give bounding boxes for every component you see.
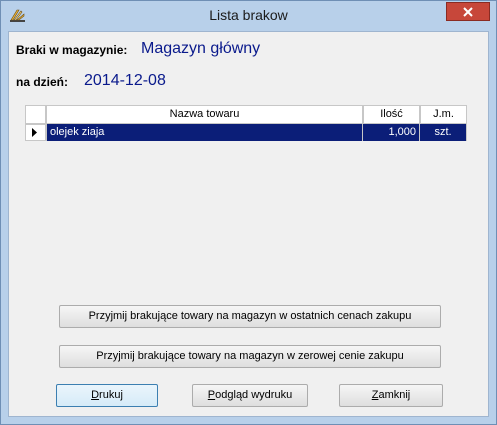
print-button[interactable]: Drukuj xyxy=(56,384,158,407)
window-title: Lista brakow xyxy=(209,7,288,23)
accept-last-price-button[interactable]: Przyjmij brakujące towary na magazyn w o… xyxy=(59,305,441,328)
accept-zero-price-button[interactable]: Przyjmij brakujące towary na magazyn w z… xyxy=(59,345,441,368)
column-header-qty[interactable]: Ilość xyxy=(363,105,420,124)
column-header-unit[interactable]: J.m. xyxy=(420,105,467,124)
grid-corner xyxy=(25,105,46,124)
close-icon xyxy=(463,6,473,17)
print-preview-button[interactable]: Podgląd wydruku xyxy=(192,384,308,407)
warehouse-value: Magazyn główny xyxy=(141,40,261,57)
window-close-button[interactable] xyxy=(446,2,490,21)
date-label: na dzień: xyxy=(16,75,69,89)
print-label: rukuj xyxy=(99,389,123,401)
row-indicator[interactable] xyxy=(25,124,46,141)
print-mnemonic: D xyxy=(91,389,100,401)
dialog-body: Braki w magazynie: Magazyn główny na dzi… xyxy=(8,31,489,417)
column-header-name[interactable]: Nazwa towaru xyxy=(46,105,363,124)
preview-label: odgląd wydruku xyxy=(215,389,293,401)
dialog-window: Lista brakow Braki w magazynie: Magazyn … xyxy=(0,0,497,425)
close-button[interactable]: Zamknij xyxy=(339,384,443,407)
items-grid[interactable]: Nazwa towaru Ilość J.m. olejek ziaja 1,0… xyxy=(25,105,467,141)
title-bar[interactable]: Lista brakow xyxy=(1,1,496,31)
date-value: 2014-12-08 xyxy=(84,72,166,89)
table-row-qty[interactable]: 1,000 xyxy=(363,124,420,141)
table-row-name[interactable]: olejek ziaja xyxy=(46,124,363,141)
close-label: amknij xyxy=(378,389,411,401)
warehouse-label: Braki w magazynie: xyxy=(16,43,128,57)
row-pointer-icon xyxy=(32,128,37,137)
table-row-unit[interactable]: szt. xyxy=(420,124,467,141)
